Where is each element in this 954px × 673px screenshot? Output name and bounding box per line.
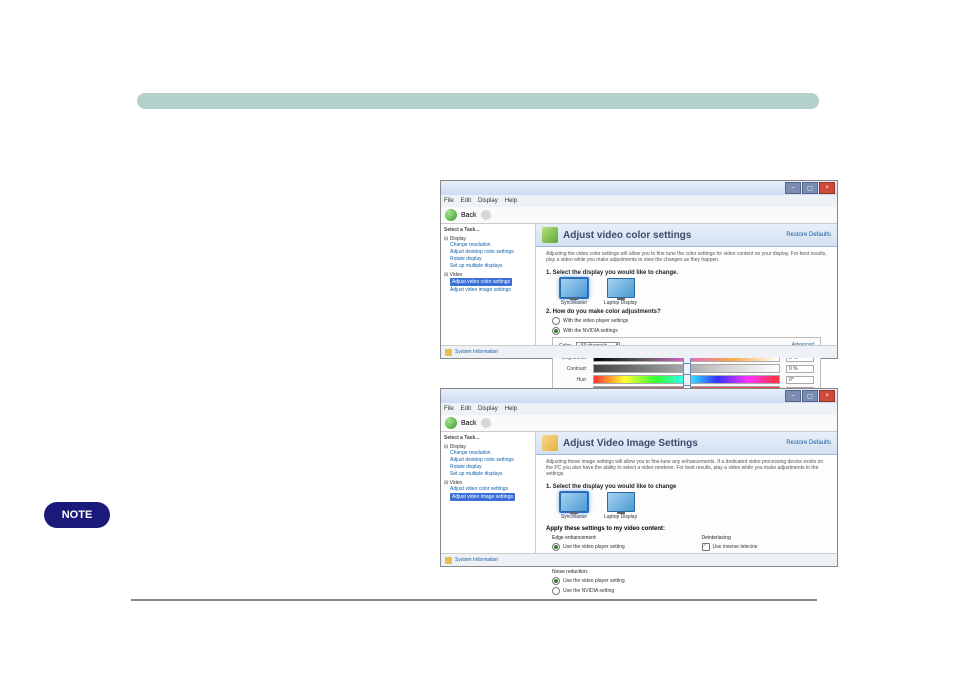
minimize-button[interactable]: – bbox=[785, 390, 801, 402]
forward-button-icon[interactable] bbox=[481, 210, 491, 220]
display-option-syncmaster[interactable]: SyncMaster bbox=[560, 278, 588, 306]
display-label: SyncMaster bbox=[561, 300, 587, 306]
menu-file[interactable]: File bbox=[444, 406, 454, 412]
toolbar: Back bbox=[441, 207, 837, 224]
edge-enhancement-header: Edge enhancement: bbox=[552, 535, 702, 541]
section-header-bar bbox=[137, 93, 819, 109]
panel-title-bar: Adjust Video Image Settings Restore Defa… bbox=[536, 432, 837, 455]
display-label: SyncMaster bbox=[561, 514, 587, 520]
menu-edit[interactable]: Edit bbox=[461, 406, 471, 412]
menu-help[interactable]: Help bbox=[505, 406, 517, 412]
radio-nvidia[interactable]: With the NVIDIA settings bbox=[552, 327, 837, 335]
sidebar-item-adjust-color[interactable]: Adjust video color settings bbox=[450, 486, 532, 492]
sidebar-item[interactable]: Adjust desktop color settings bbox=[450, 457, 532, 463]
sidebar-item[interactable]: Rotate display bbox=[450, 464, 532, 470]
maximize-button[interactable]: ▢ bbox=[802, 182, 818, 194]
monitor-icon bbox=[607, 278, 635, 298]
lock-icon bbox=[445, 557, 452, 564]
hue-value[interactable]: 0° bbox=[786, 376, 814, 384]
panel-icon bbox=[542, 227, 558, 243]
sidebar-header: Select a Task... bbox=[444, 227, 532, 233]
sidebar-item[interactable]: Rotate display bbox=[450, 256, 532, 262]
contrast-value[interactable]: 0 % bbox=[786, 365, 814, 373]
sidebar-header: Select a Task... bbox=[444, 435, 532, 441]
radio-noise-nvidia[interactable]: Use the NVIDIA setting bbox=[552, 587, 702, 595]
menu-display[interactable]: Display bbox=[478, 406, 498, 412]
noise-reduction-header: Noise reduction: bbox=[552, 569, 702, 575]
window-titlebar: – ▢ × bbox=[441, 181, 837, 195]
menu-help[interactable]: Help bbox=[505, 198, 517, 204]
checkbox-inverse-telecine[interactable]: Use inverse telecine bbox=[702, 543, 837, 551]
sidebar-item[interactable]: Set up multiple displays bbox=[450, 471, 532, 477]
main-panel: Adjust Video Image Settings Restore Defa… bbox=[536, 432, 837, 555]
window-titlebar: – ▢ × bbox=[441, 389, 837, 403]
restore-defaults-link[interactable]: Restore Defaults bbox=[786, 440, 831, 446]
sidebar-item[interactable]: Adjust desktop color settings bbox=[450, 249, 532, 255]
monitor-icon bbox=[560, 278, 588, 298]
panel-title-bar: Adjust video color settings Restore Defa… bbox=[536, 224, 837, 247]
display-label: Laptop Display bbox=[604, 514, 637, 520]
menu-edit[interactable]: Edit bbox=[461, 198, 471, 204]
menu-bar: File Edit Display Help bbox=[441, 403, 837, 415]
display-option-syncmaster[interactable]: SyncMaster bbox=[560, 492, 588, 520]
hue-label: Hue: bbox=[559, 377, 587, 383]
sidebar-item-adjust-color[interactable]: Adjust video color settings bbox=[450, 278, 532, 286]
footer-divider bbox=[131, 599, 817, 601]
back-button-icon[interactable] bbox=[445, 417, 457, 429]
hue-slider[interactable] bbox=[593, 375, 780, 384]
sidebar-item[interactable]: Change resolution bbox=[450, 242, 532, 248]
panel-title-text: Adjust video color settings bbox=[563, 230, 691, 241]
menu-bar: File Edit Display Help bbox=[441, 195, 837, 207]
status-bar: System Information bbox=[441, 553, 837, 566]
task-sidebar: Select a Task... ⊟ Display Change resolu… bbox=[441, 432, 536, 555]
monitor-icon bbox=[607, 492, 635, 512]
close-button[interactable]: × bbox=[819, 390, 835, 402]
sidebar-item[interactable]: Set up multiple displays bbox=[450, 263, 532, 269]
main-panel: Adjust video color settings Restore Defa… bbox=[536, 224, 837, 347]
display-label: Laptop Display bbox=[604, 300, 637, 306]
maximize-button[interactable]: ▢ bbox=[802, 390, 818, 402]
toolbar: Back bbox=[441, 415, 837, 432]
system-info-link[interactable]: System Information bbox=[455, 557, 498, 563]
lock-icon bbox=[445, 349, 452, 356]
forward-button-icon[interactable] bbox=[481, 418, 491, 428]
back-button-label[interactable]: Back bbox=[461, 420, 477, 427]
menu-file[interactable]: File bbox=[444, 198, 454, 204]
panel-description: Adjusting these image settings will allo… bbox=[536, 455, 837, 481]
minimize-button[interactable]: – bbox=[785, 182, 801, 194]
menu-display[interactable]: Display bbox=[478, 198, 498, 204]
contrast-slider[interactable] bbox=[593, 364, 780, 373]
step1-label: 1. Select the display you would like to … bbox=[546, 484, 827, 490]
screenshot-video-color-settings: – ▢ × File Edit Display Help Back Select… bbox=[440, 180, 838, 359]
panel-description: Adjusting the video color settings will … bbox=[536, 247, 837, 267]
display-option-laptop[interactable]: Laptop Display bbox=[604, 278, 637, 306]
contrast-label: Contrast: bbox=[559, 366, 587, 372]
step2-label: 2. How do you make color adjustments? bbox=[546, 309, 827, 315]
status-bar: System Information bbox=[441, 345, 837, 358]
task-sidebar: Select a Task... ⊟ Display Change resolu… bbox=[441, 224, 536, 347]
screenshot-video-image-settings: – ▢ × File Edit Display Help Back Select… bbox=[440, 388, 838, 567]
panel-icon bbox=[542, 435, 558, 451]
note-label: NOTE bbox=[44, 502, 110, 528]
sidebar-item-adjust-image[interactable]: Adjust video image settings bbox=[450, 493, 532, 501]
deinterlacing-header: Deinterlacing bbox=[702, 535, 837, 541]
radio-edge-player[interactable]: Use the video player setting bbox=[552, 543, 702, 551]
back-button-icon[interactable] bbox=[445, 209, 457, 221]
back-button-label[interactable]: Back bbox=[461, 212, 477, 219]
sidebar-item[interactable]: Change resolution bbox=[450, 450, 532, 456]
system-info-link[interactable]: System Information bbox=[455, 349, 498, 355]
step1-label: 1. Select the display you would like to … bbox=[546, 270, 827, 276]
monitor-icon bbox=[560, 492, 588, 512]
radio-video-player[interactable]: With the video player settings bbox=[552, 317, 837, 325]
sidebar-item-adjust-image[interactable]: Adjust video image settings bbox=[450, 287, 532, 293]
panel-title-text: Adjust Video Image Settings bbox=[563, 438, 698, 449]
display-option-laptop[interactable]: Laptop Display bbox=[604, 492, 637, 520]
restore-defaults-link[interactable]: Restore Defaults bbox=[786, 232, 831, 238]
radio-noise-player[interactable]: Use the video player setting bbox=[552, 577, 702, 585]
close-button[interactable]: × bbox=[819, 182, 835, 194]
